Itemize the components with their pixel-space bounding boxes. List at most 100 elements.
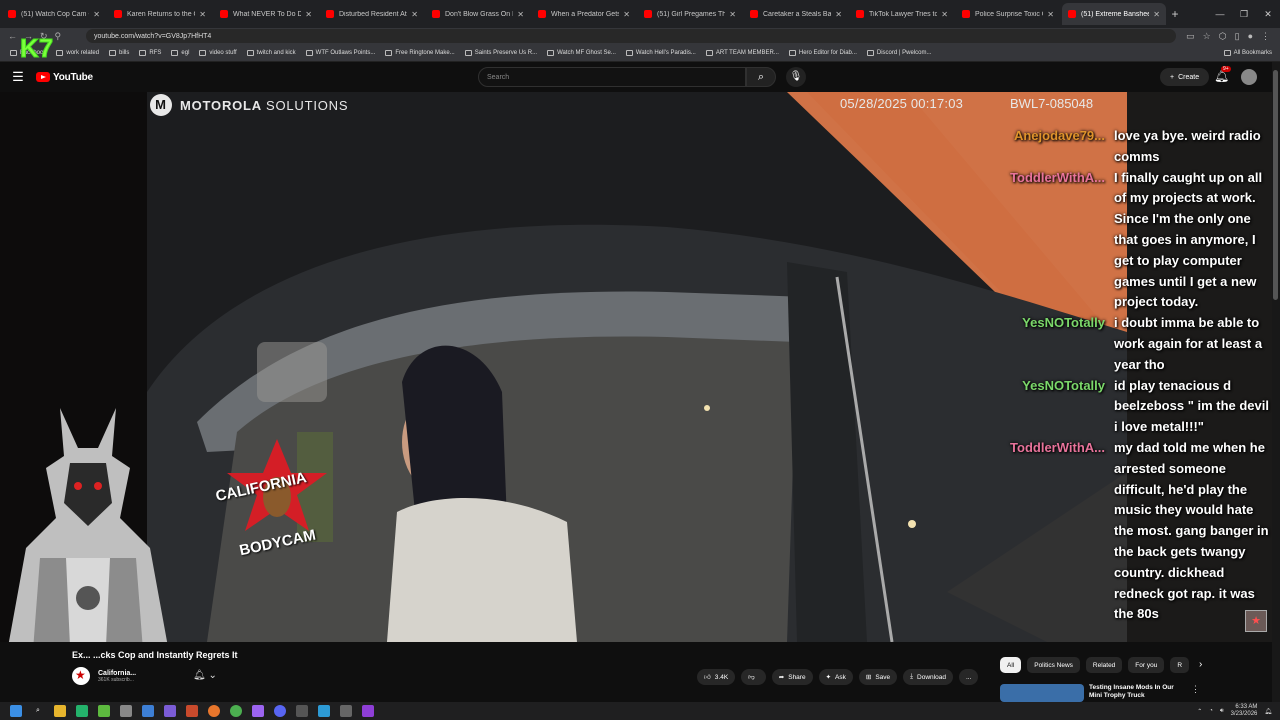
app-icon-2[interactable]: [120, 705, 132, 717]
close-tab-icon[interactable]: ✕: [729, 10, 736, 19]
filter-chip[interactable]: Politics News: [1027, 657, 1080, 673]
app-icon-1[interactable]: [98, 705, 110, 717]
bookmark-item[interactable]: Watch MF Ghost Se...: [547, 49, 616, 56]
chevron-right-icon[interactable]: ›: [1199, 657, 1202, 673]
windows-start-icon[interactable]: [10, 705, 22, 717]
firefox-icon[interactable]: [208, 705, 220, 717]
action-ask-button[interactable]: ✦ Ask: [818, 669, 853, 685]
recommended-video[interactable]: Testing Insane Mods In Our Mini Trophy T…: [1000, 684, 1200, 702]
recommended-thumbnail[interactable]: [1000, 684, 1084, 702]
terminal-icon[interactable]: [76, 705, 88, 717]
search-input[interactable]: Search: [478, 67, 746, 87]
search-taskbar-icon[interactable]: ⌕: [32, 705, 44, 717]
file-explorer-icon[interactable]: [54, 705, 66, 717]
bookmark-item[interactable]: Watch Hell's Paradis...: [625, 49, 696, 56]
bookmark-item[interactable]: Saints Preserve Us R...: [464, 49, 537, 56]
channel-avatar[interactable]: [72, 667, 90, 685]
discord-icon[interactable]: [274, 705, 286, 717]
action-thumbs-down-button[interactable]: 👎︎: [741, 669, 766, 685]
browser-tab[interactable]: Police Surprise Toxic Coup ✕: [956, 3, 1060, 25]
page-scrollbar[interactable]: [1272, 62, 1280, 702]
menu-dots-icon[interactable]: ⋮: [1261, 31, 1270, 42]
filter-chip[interactable]: For you: [1128, 657, 1165, 673]
more-options-icon[interactable]: ⋮: [1191, 684, 1200, 702]
browser-tab[interactable]: TikTok Lawyer Tries to Bul✕: [850, 3, 954, 25]
menu-icon[interactable]: ☰: [0, 69, 36, 85]
action-share-button[interactable]: ➦ Share: [771, 669, 813, 685]
bookmark-item[interactable]: WTF Outlaws Points...: [305, 49, 375, 56]
site-info-icon[interactable]: ⚲: [55, 31, 62, 42]
browser-tab[interactable]: Karen Returns to the Gas ✕: [108, 3, 212, 25]
subscribed-bell-icon[interactable]: 🔔︎ ⌄: [193, 670, 217, 681]
sidebar-icon[interactable]: ▯: [1235, 31, 1240, 42]
close-tab-icon[interactable]: ✕: [411, 10, 418, 19]
close-tab-icon[interactable]: ✕: [1047, 10, 1054, 19]
app-icon-3[interactable]: [142, 705, 154, 717]
chrome-icon[interactable]: [230, 705, 242, 717]
bookmark-item[interactable]: egl: [171, 49, 189, 56]
close-tab-icon[interactable]: ✕: [941, 10, 948, 19]
close-tab-icon[interactable]: ✕: [93, 10, 100, 19]
browser-tab[interactable]: (51) Girl Pregames Thanks✕: [638, 3, 742, 25]
url-field[interactable]: youtube.com/watch?v=GV8Jp7HfHT4: [86, 29, 1177, 43]
browser-tab[interactable]: Caretaker a Steals Badge✕: [744, 3, 848, 25]
create-button[interactable]: + Create: [1160, 68, 1210, 86]
voice-search-icon[interactable]: 🎙︎: [786, 67, 806, 87]
close-tab-icon[interactable]: ✕: [1153, 10, 1160, 19]
filter-chip[interactable]: All: [1000, 657, 1022, 673]
notifications-icon[interactable]: 🔔︎ 9+: [1214, 66, 1231, 83]
bookmark-item[interactable]: video stuff: [199, 49, 237, 56]
app-icon-7[interactable]: [296, 705, 308, 717]
bookmark-item[interactable]: Hero Editor for Diab...: [788, 49, 857, 56]
new-tab-button[interactable]: +: [1166, 7, 1184, 21]
action-save-button[interactable]: ⊞ Save: [858, 669, 898, 685]
browser-tab[interactable]: What NEVER To Do During✕: [214, 3, 318, 25]
bookmark-item[interactable]: ART TEAM MEMBER...: [705, 49, 779, 56]
scrollbar-thumb[interactable]: [1273, 70, 1278, 300]
tray-chevron-icon[interactable]: ⌃: [1197, 708, 1202, 715]
channel-name[interactable]: California...: [98, 670, 136, 677]
profile-icon[interactable]: ●: [1248, 31, 1253, 42]
video-player[interactable]: M MOTOROLA SOLUTIONS 05/28/2025 00:17:03 B…: [147, 92, 1127, 642]
action-thumbs-up-button[interactable]: 👍︎ 3.4K: [697, 669, 736, 685]
filter-chip[interactable]: Related: [1085, 657, 1123, 673]
browser-tab[interactable]: Disturbed Resident Attem ✕: [320, 3, 424, 25]
channel-info[interactable]: California... 361K subscrib...: [72, 667, 136, 685]
minimize-icon[interactable]: —: [1208, 9, 1232, 19]
clock[interactable]: 6:33 AM 3/23/2026: [1231, 704, 1258, 718]
app-icon-8[interactable]: [318, 705, 330, 717]
browser-tab[interactable]: (51) Extreme Banshee ✕: [1062, 3, 1166, 25]
bookmark-item[interactable]: Discord | Pwelcom...: [866, 49, 931, 56]
volume-icon[interactable]: 🔊︎: [1220, 708, 1224, 715]
install-icon[interactable]: ▭: [1186, 31, 1195, 42]
extension-icon[interactable]: ⬡: [1219, 31, 1227, 42]
close-tab-icon[interactable]: ✕: [517, 10, 524, 19]
filter-chip[interactable]: R: [1170, 657, 1190, 673]
search-button[interactable]: ⌕: [746, 67, 776, 87]
action-download-button[interactable]: ⤓ Download: [903, 669, 953, 685]
app-icon-5[interactable]: [186, 705, 198, 717]
close-tab-icon[interactable]: ✕: [305, 10, 312, 19]
maximize-icon[interactable]: ❐: [1232, 9, 1256, 20]
recommended-title[interactable]: Testing Insane Mods In Our Mini Trophy T…: [1089, 684, 1185, 702]
network-icon[interactable]: ◔: [1209, 708, 1213, 714]
bookmark-item[interactable]: work related: [56, 49, 99, 56]
all-bookmarks[interactable]: All Bookmarks: [1223, 49, 1272, 56]
action-more-button[interactable]: ...: [958, 669, 979, 685]
close-window-icon[interactable]: ✕: [1256, 9, 1280, 20]
app-icon-6[interactable]: [252, 705, 264, 717]
browser-tab[interactable]: Don't Blow Grass On Her I ✕: [426, 3, 530, 25]
browser-tab[interactable]: When a Predator Gets Cau✕: [532, 3, 636, 25]
notifications-tray-icon[interactable]: 🔔︎: [1264, 708, 1272, 715]
bookmark-item[interactable]: twitch and kick: [246, 49, 296, 56]
app-icon-4[interactable]: [164, 705, 176, 717]
bookmark-item[interactable]: bills: [109, 49, 129, 56]
settings-icon[interactable]: [340, 705, 352, 717]
close-tab-icon[interactable]: ✕: [623, 10, 630, 19]
avatar[interactable]: [1241, 69, 1257, 85]
youtube-logo[interactable]: YouTube: [36, 72, 93, 83]
close-tab-icon[interactable]: ✕: [199, 10, 206, 19]
bookmark-item[interactable]: RFS: [139, 49, 161, 56]
bookmark-star-icon[interactable]: ☆: [1203, 31, 1211, 42]
browser-tab[interactable]: (51) Watch Cop Cam - Yo ✕: [2, 3, 106, 25]
